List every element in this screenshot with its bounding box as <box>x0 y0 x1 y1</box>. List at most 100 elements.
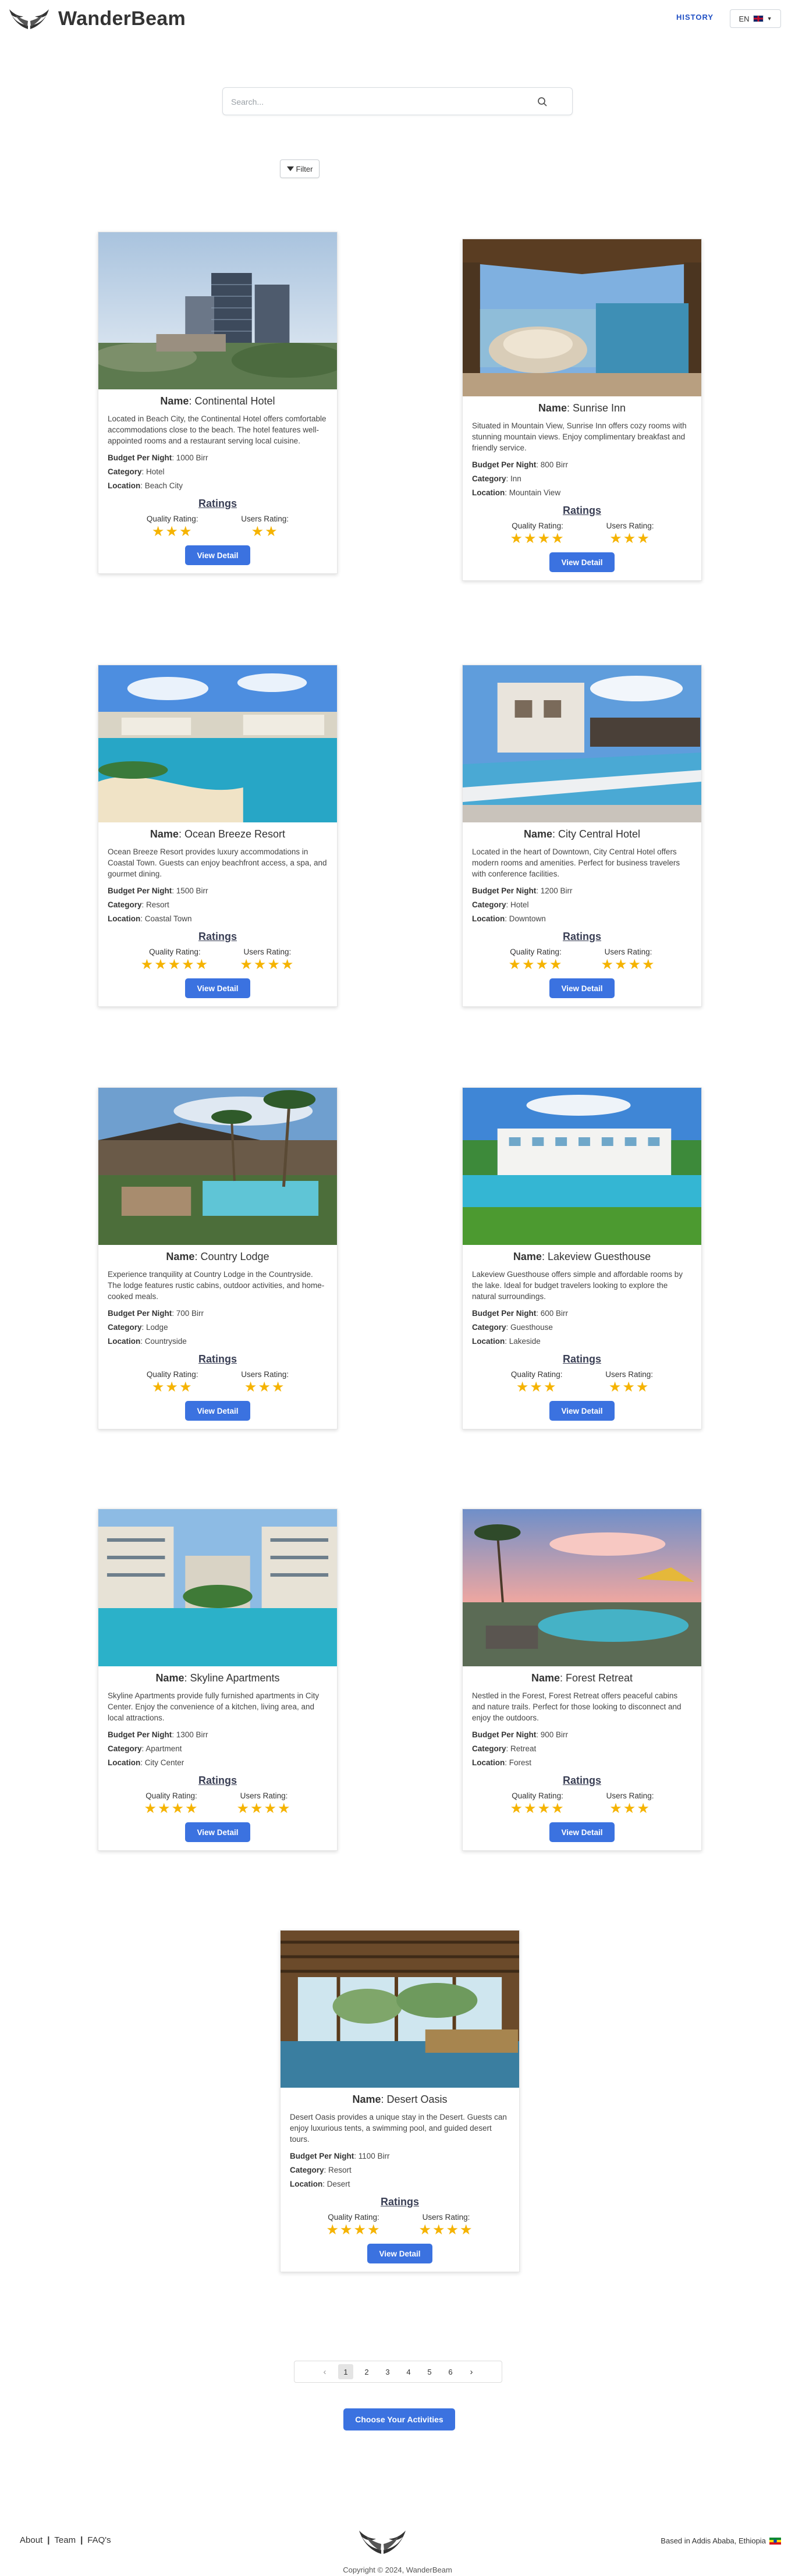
view-detail-button[interactable]: View Detail <box>185 1401 250 1421</box>
location-note: Based in Addis Ababa, Ethiopia <box>661 2536 781 2545</box>
ratings-heading: Ratings <box>562 1353 601 1365</box>
pagination: ‹ 1 2 3 4 5 6 › <box>294 2361 502 2383</box>
search-icon[interactable] <box>537 97 548 107</box>
history-link[interactable]: HISTORY <box>676 13 714 22</box>
budget-label: Budget Per Night <box>472 460 537 469</box>
view-detail-button[interactable]: View Detail <box>185 978 250 998</box>
ratings-row: Quality Rating: ★★★★ Users Rating: ★★★★ <box>472 948 692 973</box>
category-value: Hotel <box>510 900 529 909</box>
quality-rating: Quality Rating: ★★★★★ <box>141 948 210 973</box>
page-button[interactable]: 1 <box>338 2364 353 2379</box>
hotel-photo <box>281 1931 519 2088</box>
quality-rating-label: Quality Rating: <box>510 1370 563 1379</box>
hotel-photo <box>463 239 701 396</box>
location-field: Location: Mountain View <box>472 488 561 497</box>
category-field: Category: Hotel <box>472 900 529 909</box>
location-label: Location <box>472 488 505 497</box>
page-button[interactable]: 6 <box>443 2364 458 2379</box>
hotel-card: Name: Country Lodge Experience tranquili… <box>98 1087 338 1429</box>
category-field: Category: Lodge <box>108 1323 168 1332</box>
users-rating-label: Users Rating: <box>604 948 652 956</box>
name-label: Name <box>160 395 189 407</box>
name-label: Name <box>166 1251 195 1262</box>
search-input[interactable] <box>231 95 534 108</box>
location-field: Location: City Center <box>108 1758 184 1767</box>
category-label: Category <box>108 1744 142 1753</box>
budget-field: Budget Per Night: 1500 Birr <box>108 886 208 895</box>
card-title: Name: City Central Hotel <box>523 828 641 840</box>
choose-activities-button[interactable]: Choose Your Activities <box>343 2408 455 2430</box>
quality-rating: Quality Rating: ★★★★ <box>326 2213 381 2238</box>
hotel-description: Situated in Mountain View, Sunrise Inn o… <box>472 421 687 452</box>
footer-faqs-link[interactable]: FAQ's <box>87 2535 111 2545</box>
users-rating: Users Rating: ★★★★ <box>418 2213 473 2238</box>
budget-value: 700 Birr <box>176 1309 204 1318</box>
hotel-description: Lakeview Guesthouse offers simple and af… <box>472 1270 683 1301</box>
users-rating: Users Rating: ★★★ <box>606 1791 654 1816</box>
view-detail-button[interactable]: View Detail <box>549 978 615 998</box>
users-rating-label: Users Rating: <box>240 1791 288 1800</box>
page-button[interactable]: 5 <box>422 2364 437 2379</box>
users-rating: Users Rating: ★★★ <box>606 521 654 547</box>
filter-button[interactable]: Filter <box>280 159 320 178</box>
caret-down-icon: ▼ <box>766 16 772 22</box>
page-button[interactable]: 4 <box>401 2364 416 2379</box>
hotel-photo <box>98 1509 337 1666</box>
view-detail-button[interactable]: View Detail <box>549 1401 615 1421</box>
ethiopia-flag-icon <box>769 2537 781 2545</box>
budget-label: Budget Per Night <box>108 1730 172 1739</box>
copyright: Copyright © 2024, WanderBeam <box>343 2566 452 2574</box>
quality-rating: Quality Rating: ★★★★ <box>510 1791 565 1816</box>
view-detail-button[interactable]: View Detail <box>185 1822 250 1842</box>
next-page-button[interactable]: › <box>464 2364 479 2379</box>
hotel-card: Name: Continental Hotel Located in Beach… <box>98 232 338 574</box>
brand-logo[interactable]: WanderBeam <box>8 6 186 31</box>
quality-stars: ★★★★ <box>508 957 563 973</box>
users-stars: ★★ <box>251 524 279 540</box>
ratings-heading: Ratings <box>198 1353 237 1365</box>
location-field: Location: Lakeside <box>472 1337 541 1346</box>
users-rating-label: Users Rating: <box>241 1370 289 1379</box>
card-title: Name: Skyline Apartments <box>155 1672 280 1684</box>
page-button[interactable]: 3 <box>380 2364 395 2379</box>
view-detail-button[interactable]: View Detail <box>185 545 250 565</box>
quality-rating: Quality Rating: ★★★ <box>147 1370 198 1395</box>
hotel-name: Sunrise Inn <box>572 402 626 414</box>
view-detail-button[interactable]: View Detail <box>549 1822 615 1842</box>
wings-logo-icon <box>359 2531 406 2554</box>
brand-name: WanderBeam <box>58 7 186 30</box>
users-rating-label: Users Rating: <box>241 515 289 523</box>
language-select[interactable]: EN ▼ <box>730 9 781 28</box>
prev-page-button[interactable]: ‹ <box>317 2364 332 2379</box>
location-field: Location: Desert <box>290 2180 350 2188</box>
page-button[interactable]: 2 <box>359 2364 374 2379</box>
footer-team-link[interactable]: Team <box>54 2535 76 2545</box>
quality-rating-label: Quality Rating: <box>510 948 562 956</box>
location-value: Forest <box>509 1758 532 1767</box>
location-label: Location <box>108 481 141 490</box>
users-stars: ★★★★ <box>601 957 656 973</box>
category-value: Resort <box>146 900 169 909</box>
name-label: Name <box>352 2094 381 2105</box>
category-label: Category <box>108 1323 142 1332</box>
budget-value: 1500 Birr <box>176 886 208 895</box>
budget-value: 1000 Birr <box>176 453 208 462</box>
footer-about-link[interactable]: About <box>20 2535 42 2545</box>
budget-value: 600 Birr <box>540 1309 569 1318</box>
ratings-row: Quality Rating: ★★★★ Users Rating: ★★★ <box>472 1791 692 1816</box>
quality-rating-label: Quality Rating: <box>149 948 201 956</box>
card-title: Name: Lakeview Guesthouse <box>513 1251 651 1262</box>
view-detail-button[interactable]: View Detail <box>367 2244 432 2263</box>
hotel-photo <box>463 1509 701 1666</box>
budget-value: 900 Birr <box>540 1730 569 1739</box>
name-label: Name <box>531 1672 560 1684</box>
search-box <box>222 87 573 115</box>
category-value: Retreat <box>510 1744 537 1753</box>
location-value: Mountain View <box>509 488 561 497</box>
hotel-name: Country Lodge <box>200 1251 269 1262</box>
budget-label: Budget Per Night <box>472 1309 537 1318</box>
quality-stars: ★★★★ <box>510 531 565 547</box>
name-label: Name <box>523 828 552 840</box>
view-detail-button[interactable]: View Detail <box>549 552 615 572</box>
category-field: Category: Resort <box>108 900 169 909</box>
